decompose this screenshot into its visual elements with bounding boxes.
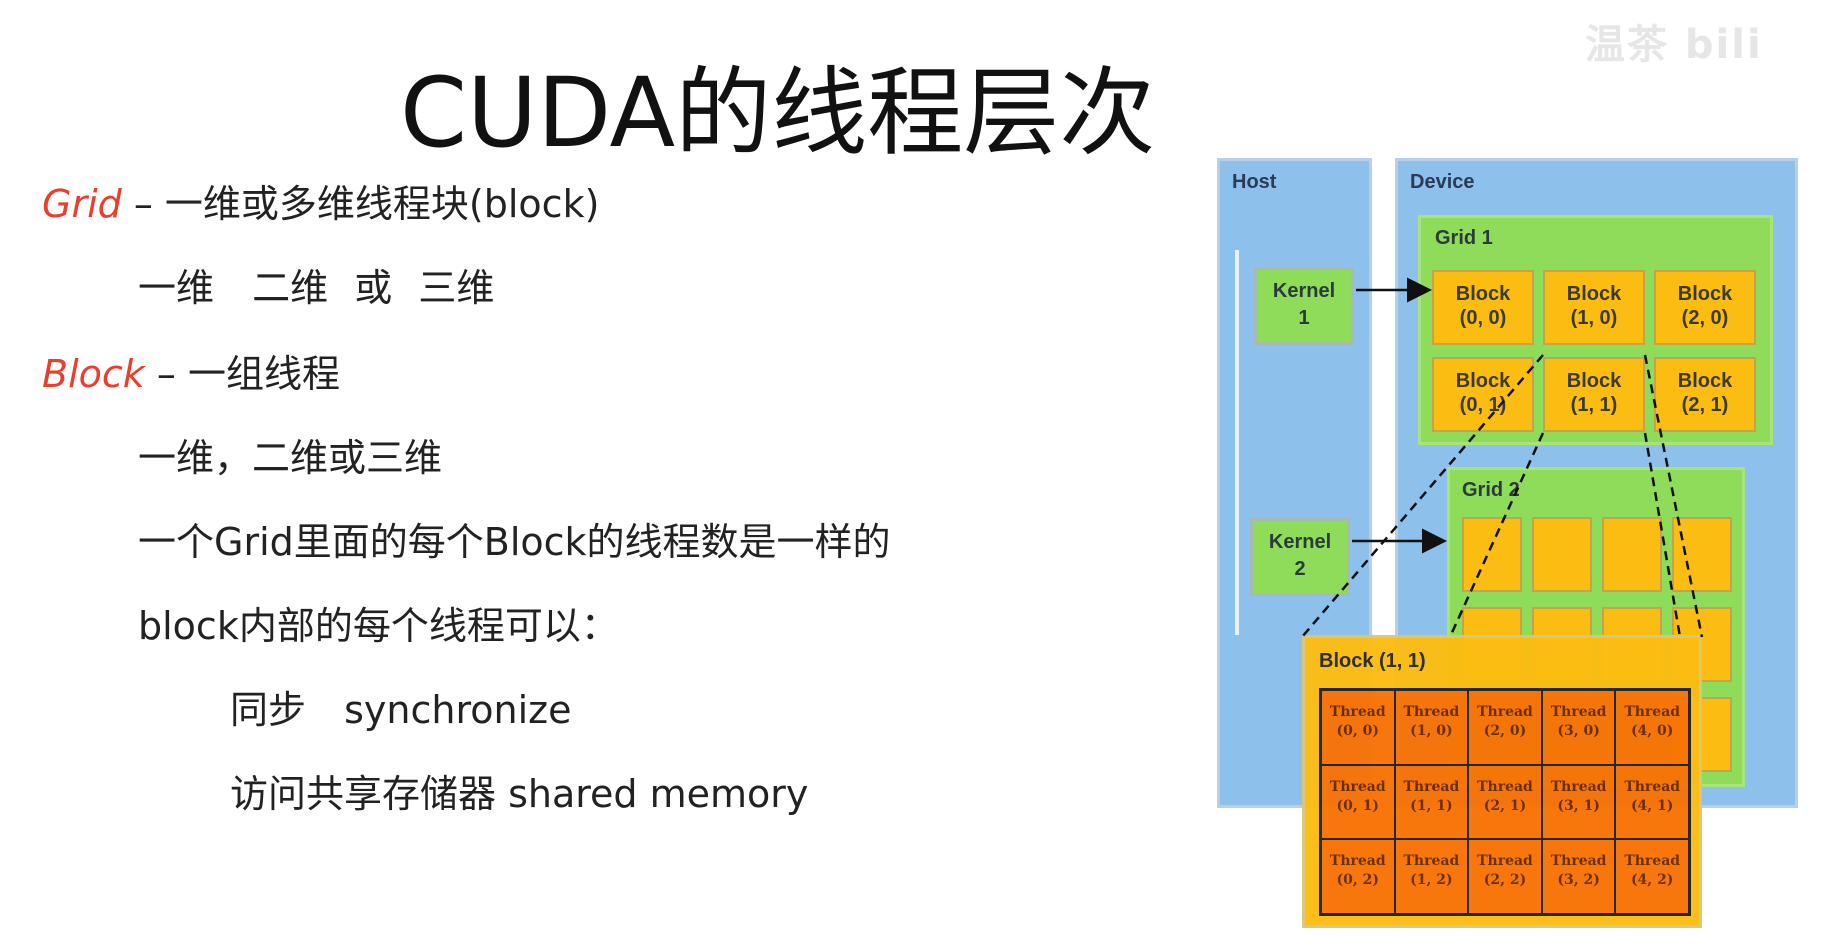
block-dimensions: 一维，二维或三维 (138, 436, 443, 480)
thread-capabilities-heading: block内部的每个线程可以： (138, 604, 619, 648)
capability-synchronize: 同步 synchronize (230, 686, 571, 734)
zoom-line-right-bottom (1643, 432, 1682, 638)
zoom-line-right-top (1643, 354, 1704, 638)
zoom-line-left-bottom (1448, 432, 1545, 638)
cuda-hierarchy-diagram: Host Device Kernel 1 Kernel 2 Grid 1 Blo… (1210, 155, 1800, 935)
grid-description: – 一维或多维线程块(block) (133, 182, 600, 226)
block-term: Block (42, 352, 145, 396)
grid-dim-1: 一维 (138, 266, 215, 310)
grid-dim-3: 三维 (418, 266, 495, 310)
capability-shared-memory: 访问共享存储器 shared memory (230, 772, 809, 816)
block-description: – 一组线程 (156, 352, 340, 396)
grid-dim-or: 或 (354, 266, 393, 310)
grid-dimensions: 一维 二维 或 三维 (138, 264, 494, 312)
block-heading: Block – 一组线程 (42, 350, 340, 398)
grid-dim-2: 二维 (252, 266, 329, 310)
sync-cn: 同步 (230, 688, 307, 732)
sync-en: synchronize (344, 688, 572, 732)
watermark: 温茶 bili (1585, 22, 1763, 68)
diagram-connectors (1301, 277, 1704, 638)
same-thread-count-note: 一个Grid里面的每个Block的线程数是一样的 (138, 520, 891, 564)
zoom-line-left-top (1301, 354, 1544, 638)
grid-term: Grid (42, 182, 122, 226)
grid-heading: Grid – 一维或多维线程块(block) (42, 180, 599, 228)
slide-title: CUDA的线程层次 (400, 57, 1156, 169)
